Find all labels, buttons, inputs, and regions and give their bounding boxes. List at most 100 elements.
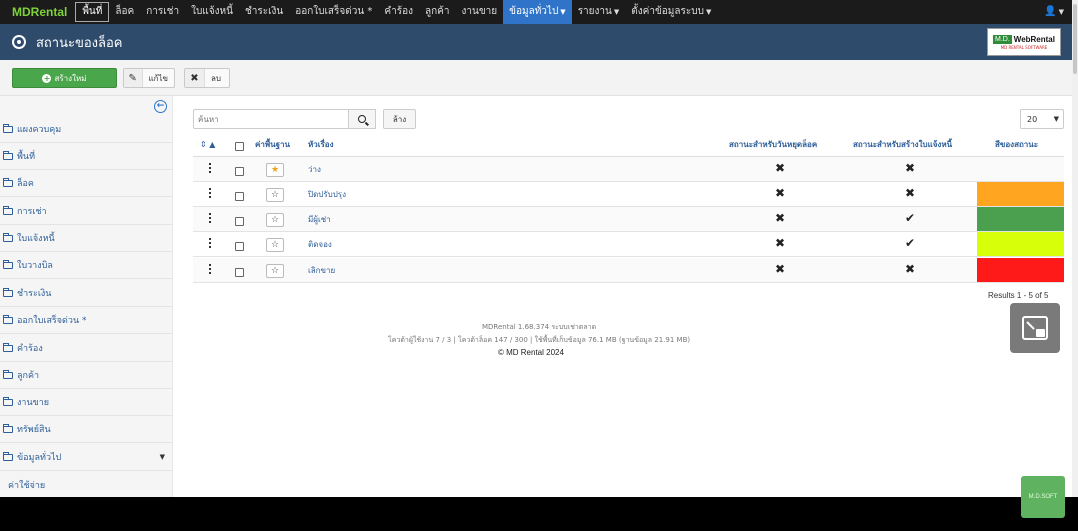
column-header-title[interactable]: หัวเรื่อง — [308, 138, 334, 155]
star-outline-icon[interactable]: ☆ — [266, 213, 284, 227]
sidebar-item-label: ทรัพย์สิน — [17, 425, 51, 435]
sidebar-item-rental[interactable]: การเช่า — [0, 198, 173, 225]
sidebar-item-billing[interactable]: ใบวางบิล — [0, 252, 173, 279]
folder-icon — [3, 287, 13, 297]
table-row: ☆ มีผู้เช่า ✖ ✔ — [193, 207, 1064, 232]
folder-icon — [3, 396, 13, 406]
nav-sales[interactable]: งานขาย — [455, 0, 503, 24]
delete-button[interactable]: ✖ ลบ — [184, 68, 230, 88]
sidebar-item-lock[interactable]: ล็อค — [0, 170, 173, 197]
cross-icon: ✖ — [905, 161, 916, 175]
sidebar-item-customer[interactable]: ลูกค้า — [0, 362, 173, 389]
new-button[interactable]: + สร้างใหม่ — [12, 68, 117, 88]
sidebar-item-payment[interactable]: ชำระเงิน — [0, 280, 173, 307]
search-button[interactable] — [348, 109, 376, 129]
fullscreen-toggle-button[interactable] — [1010, 303, 1060, 353]
toolbar: + สร้างใหม่ ✎ แก้ไข ✖ ลบ — [0, 60, 1078, 96]
sidebar-item-assets[interactable]: ทรัพย์สิน — [0, 416, 173, 443]
column-header-color[interactable]: สีของสถานะ — [995, 138, 1038, 155]
row-checkbox[interactable] — [235, 242, 244, 251]
sidebar-item-label: แผงควบคุม — [17, 125, 62, 135]
sidebar-item-general-data[interactable]: ข้อมูลทั่วไป ▼ — [0, 444, 173, 471]
sidebar-item-label: ชำระเงิน — [17, 289, 52, 299]
column-header-holiday-status[interactable]: สถานะสำหรับวันหยุดล็อค — [729, 138, 817, 155]
row-title-link[interactable]: ว่าง — [308, 163, 321, 176]
folder-icon — [3, 123, 13, 133]
chevron-down-icon: ▼ — [560, 8, 566, 16]
collapse-sidebar-icon[interactable]: ← — [154, 100, 167, 113]
scrollbar-thumb[interactable] — [1073, 4, 1077, 74]
star-outline-icon[interactable]: ☆ — [266, 264, 284, 278]
nav-area[interactable]: พื้นที่ — [75, 2, 110, 22]
column-header-default[interactable]: ค่าพื้นฐาน — [255, 138, 290, 155]
nav-customer[interactable]: ลูกค้า — [419, 0, 456, 24]
chevron-down-icon: ▼ — [159, 453, 165, 461]
row-title-link[interactable]: ปิดปรับปรุง — [308, 188, 346, 201]
row-title-link[interactable]: เลิกขาย — [308, 264, 335, 277]
column-header-invoice-status[interactable]: สถานะสำหรับสร้างใบแจ้งหนี้ — [853, 138, 952, 155]
table-row: ★ ว่าง ✖ ✖ — [193, 157, 1064, 182]
page-scrollbar[interactable] — [1072, 0, 1078, 497]
sidebar-item-request[interactable]: คำร้อง — [0, 335, 173, 362]
edit-icon: ✎ — [124, 69, 143, 87]
drag-handle-icon[interactable] — [209, 213, 211, 223]
status-color-swatch — [977, 232, 1064, 256]
nav-report[interactable]: รายงาน ▼ — [572, 0, 626, 24]
nav-quick-receipt[interactable]: ออกใบเสร็จด่วน * — [289, 0, 378, 24]
row-checkbox[interactable] — [235, 268, 244, 277]
folder-icon — [3, 314, 13, 324]
row-title-link[interactable]: มีผู้เช่า — [308, 213, 331, 226]
edit-button[interactable]: ✎ แก้ไข — [123, 68, 175, 88]
clear-button[interactable]: ล้าง — [383, 109, 416, 129]
nav-rental[interactable]: การเช่า — [140, 0, 185, 24]
sort-ordering-icon[interactable]: ⇕ ▲ — [200, 140, 215, 149]
folder-icon — [3, 451, 13, 461]
nav-general-data[interactable]: ข้อมูลทั่วไป ▼ — [503, 0, 572, 24]
sidebar-item-quick-receipt[interactable]: ออกใบเสร็จด่วน * — [0, 307, 173, 334]
folder-icon — [3, 369, 13, 379]
drag-handle-icon[interactable] — [209, 264, 211, 274]
sidebar-item-sales[interactable]: งานขาย — [0, 389, 173, 416]
row-checkbox[interactable] — [235, 217, 244, 226]
select-all-checkbox[interactable] — [235, 142, 244, 151]
sidebar-item-area[interactable]: พื้นที่ — [0, 143, 173, 170]
cross-icon: ✖ — [775, 211, 786, 225]
nav-system-settings[interactable]: ตั้งค่าข้อมูลระบบ ▼ — [625, 0, 717, 24]
sidebar-item-dashboard[interactable]: แผงควบคุม — [0, 116, 173, 143]
mdsoft-badge[interactable]: M.D.SOFT — [1021, 476, 1065, 518]
logo-name: WebRental — [1013, 34, 1055, 44]
footer-copyright: © MD Rental 2024 — [498, 348, 564, 357]
sidebar-item-label: ข้อมูลทั่วไป — [17, 453, 62, 463]
star-outline-icon[interactable]: ☆ — [266, 188, 284, 202]
drag-handle-icon[interactable] — [209, 238, 211, 248]
chevron-down-icon: ▼ — [613, 8, 620, 16]
nav-payment[interactable]: ชำระเงิน — [239, 0, 289, 24]
folder-icon — [3, 342, 13, 352]
sidebar-item-label: ใบวางบิล — [17, 261, 53, 271]
nav-report-label: รายงาน — [577, 6, 612, 17]
nav-request[interactable]: คำร้อง — [378, 0, 419, 24]
new-button-label: สร้างใหม่ — [54, 73, 87, 83]
search-input[interactable] — [193, 109, 349, 129]
nav-invoice[interactable]: ใบแจ้งหนี้ — [185, 0, 239, 24]
sidebar-item-label: พื้นที่ — [17, 152, 36, 162]
row-title-link[interactable]: ติดจอง — [308, 238, 332, 251]
sidebar: ← แผงควบคุม พื้นที่ ล็อค การเช่า ใบแจ้งห… — [0, 96, 173, 497]
sidebar-item-invoice[interactable]: ใบแจ้งหนี้ — [0, 225, 173, 252]
star-icon[interactable]: ★ — [266, 163, 284, 177]
list-limit-select[interactable]: 20 ▼ — [1020, 109, 1064, 129]
brand-logo[interactable]: MDRental — [0, 5, 75, 19]
cross-icon: ✖ — [775, 186, 786, 200]
star-outline-icon[interactable]: ☆ — [266, 238, 284, 252]
sidebar-item-expenses[interactable]: ค่าใช้จ่าย — [0, 472, 173, 498]
cross-icon: ✖ — [775, 262, 786, 276]
drag-handle-icon[interactable] — [209, 188, 211, 198]
folder-icon — [3, 177, 13, 187]
row-checkbox[interactable] — [235, 167, 244, 176]
drag-handle-icon[interactable] — [209, 163, 211, 173]
user-menu[interactable]: 👤 ▼ — [1044, 0, 1064, 24]
nav-lock[interactable]: ล็อค — [109, 0, 140, 24]
close-icon: ✖ — [185, 69, 205, 87]
status-color-swatch — [977, 258, 1064, 282]
row-checkbox[interactable] — [235, 192, 244, 201]
